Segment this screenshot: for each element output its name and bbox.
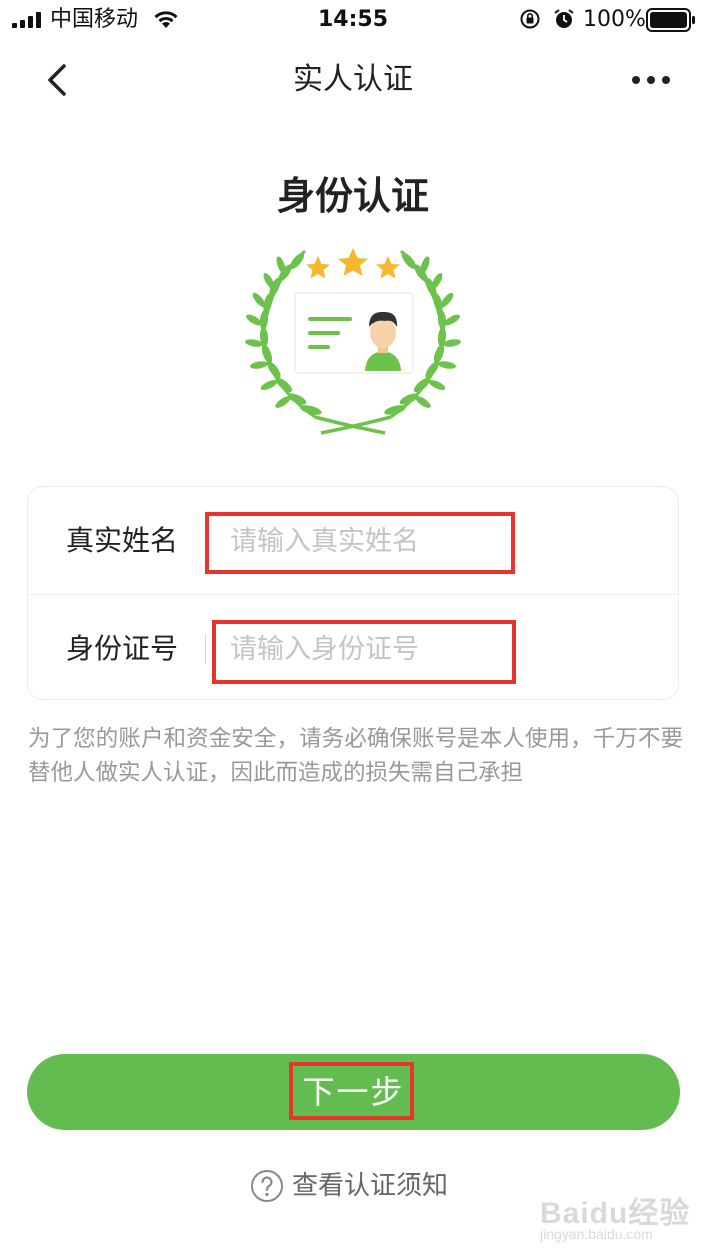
rotation-lock-icon — [520, 9, 540, 29]
name-label: 真实姓名 — [66, 524, 179, 557]
text-cursor — [205, 634, 206, 664]
id-number-label: 身份证号 — [66, 632, 179, 665]
battery-icon — [646, 8, 695, 32]
star-icon — [338, 248, 368, 276]
baidu-jingyan-watermark: Baidu经验 jingyan.baidu.com — [540, 1180, 700, 1250]
view-auth-notice-link[interactable]: 查看认证须知 — [250, 1166, 448, 1206]
star-icon — [376, 256, 400, 279]
star-icon — [306, 256, 330, 279]
question-circle-icon — [251, 1170, 283, 1202]
battery-percent: 100% — [583, 7, 646, 32]
highlight-box-name — [205, 512, 515, 574]
status-bar: 中国移动 14:55 100% — [0, 0, 706, 40]
highlight-box-next — [289, 1062, 414, 1120]
more-icon[interactable] — [628, 68, 674, 92]
id-card-laurel-illustration — [245, 248, 461, 435]
page-heading: 身份认证 — [276, 174, 429, 218]
watermark-url: jingyan.baidu.com — [540, 1226, 653, 1242]
help-label: 查看认证须知 — [292, 1171, 449, 1201]
security-disclaimer: 为了您的账户和资金安全，请务必确保账号是本人使用，千万不要替他人做实人认证，因此… — [28, 726, 683, 786]
nav-title: 实人认证 — [293, 62, 413, 97]
highlight-box-id — [212, 620, 516, 684]
nav-bar: 实人认证 — [0, 44, 706, 116]
alarm-icon — [554, 9, 574, 28]
id-card-icon — [294, 292, 414, 374]
form-divider — [28, 594, 678, 595]
